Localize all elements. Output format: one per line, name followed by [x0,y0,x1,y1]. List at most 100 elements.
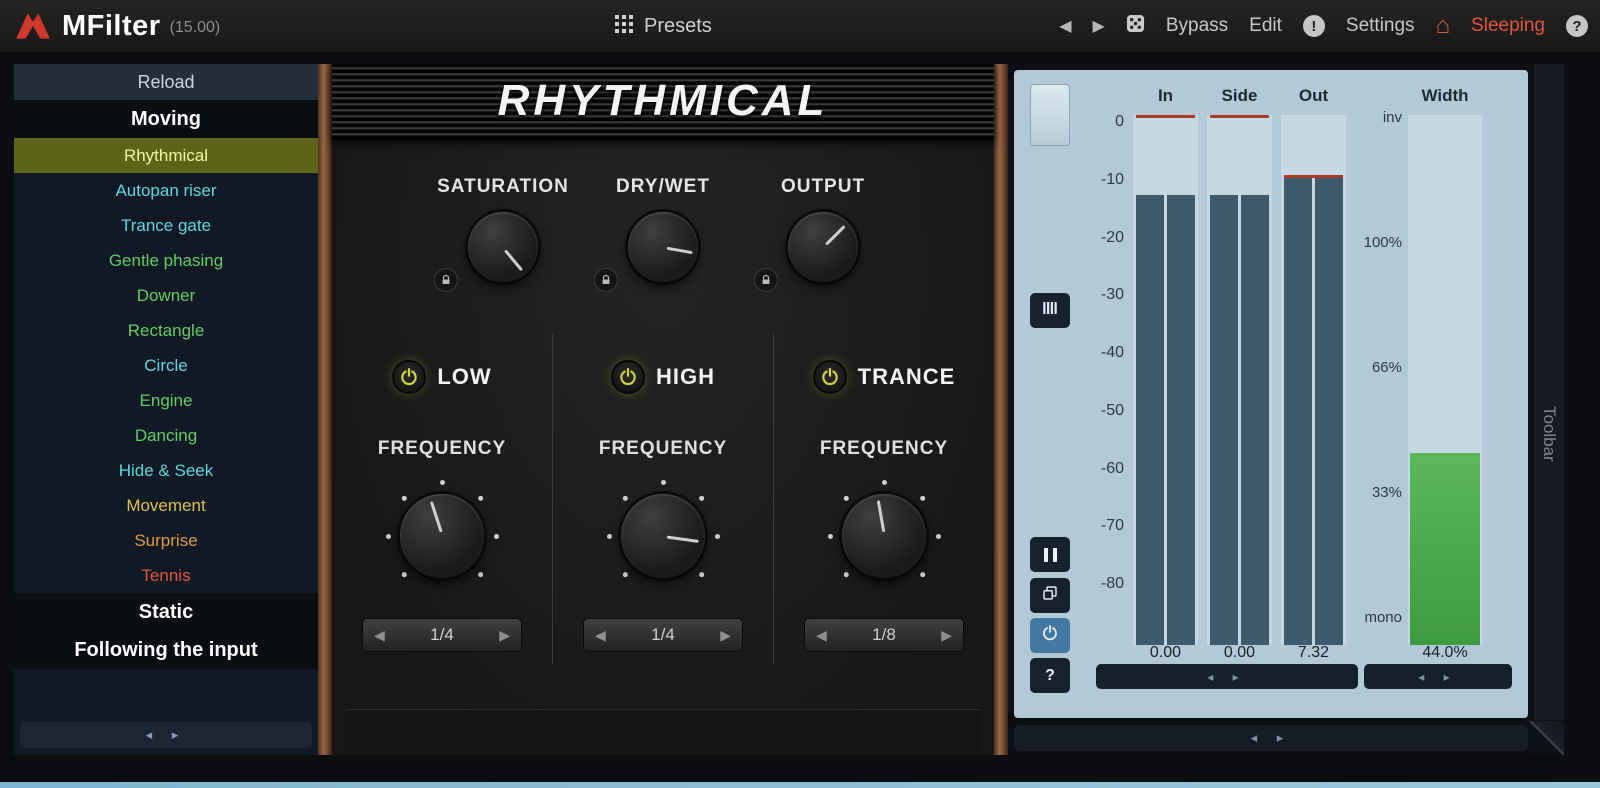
app-version: (15.00) [170,19,221,37]
meter-side [1207,115,1272,645]
preset-item-rectangle[interactable]: Rectangle [14,313,318,348]
preset-item-circle[interactable]: Circle [14,348,318,383]
sidebar-hscrollbar[interactable]: ◂ ▸ [20,722,312,748]
preset-group-following-the-input[interactable]: Following the input [14,631,318,669]
preset-group-static[interactable]: Static [14,593,318,631]
bypass-button[interactable]: Bypass [1166,15,1228,37]
help-icon: ? [1045,667,1055,685]
preset-item-trance-gate[interactable]: Trance gate [14,208,318,243]
knob-pointer [622,206,703,287]
drywet-lock-icon[interactable] [594,268,618,292]
preset-item-gentle-phasing[interactable]: Gentle phasing [14,243,318,278]
titlebar-actions: ◀ ▶ Bypass Edit ! Settings ⌂ Sleeping ? [1059,0,1588,52]
output-knob[interactable] [788,212,858,282]
band-high: HIGH FREQUENCY ◀ 1/4 ▶ [552,334,773,664]
preset-item-rhythmical[interactable]: Rhythmical [14,138,318,173]
width-value: 44.0% [1408,644,1482,662]
preset-item-hide-and-seek[interactable]: Hide & Seek [14,453,318,488]
low-frequency-label: FREQUENCY [378,438,506,460]
meter-hscrollbar[interactable]: ◂ ▸ [1096,664,1358,689]
help-icon[interactable]: ? [1566,15,1588,37]
low-frequency-knob[interactable] [400,494,484,578]
trance-band-label: TRANCE [858,364,956,390]
reload-button[interactable]: Reload [14,64,318,100]
footer-accent-line [0,782,1600,788]
random-preset-dice-icon[interactable] [1126,14,1145,38]
high-step-value[interactable]: 1/4 [651,625,675,645]
drywet-knob[interactable] [628,212,698,282]
presets-label: Presets [644,15,712,38]
high-power-button[interactable] [611,360,645,394]
toolbar-tab[interactable]: Toolbar [1534,374,1564,494]
edit-button[interactable]: Edit [1249,15,1282,37]
high-step-control: ◀ 1/4 ▶ [583,618,743,652]
preset-item-tennis[interactable]: Tennis [14,558,318,593]
home-icon[interactable]: ⌂ [1436,14,1451,38]
power-icon [1041,624,1059,647]
settings-button[interactable]: Settings [1346,15,1415,37]
meter-bar [1241,195,1269,646]
meter-help-button[interactable]: ? [1030,658,1070,693]
preset-item-autopan-riser[interactable]: Autopan riser [14,173,318,208]
knob-pointer [454,198,553,297]
previous-preset-button[interactable]: ◀ [1059,16,1071,36]
trance-step-next-icon[interactable]: ▶ [941,627,952,644]
saturation-knob[interactable] [468,212,538,282]
meter-bar [1210,195,1238,646]
preset-item-movement[interactable]: Movement [14,488,318,523]
bottom-hscrollbar[interactable]: ◂ ▸ [1014,725,1528,751]
meter-bar [1136,195,1164,646]
low-power-button[interactable] [392,360,426,394]
meter-header-width: Width [1408,86,1482,106]
db-scale: 0 -10 -20 -30 -40 -50 -60 -70 -80 [1076,114,1124,592]
knob-pointer [616,489,711,584]
sleeping-indicator[interactable]: Sleeping [1471,15,1545,37]
grid-icon [615,15,633,38]
wood-rail-left [318,64,332,755]
meter-pause-button[interactable] [1030,537,1070,572]
low-step-value[interactable]: 1/4 [430,625,454,645]
popout-windows-icon [1041,584,1059,607]
titlebar: MFilter (15.00) Presets ◀ ▶ Bypass Edit … [0,0,1600,52]
meter-bar [1167,195,1195,646]
drywet-control: DRY/WET [583,176,743,282]
trance-frequency-knob[interactable] [842,494,926,578]
preset-title: RHYTHMICAL [498,76,829,126]
high-frequency-knob[interactable] [621,494,705,578]
high-step-prev-icon[interactable]: ◀ [595,627,606,644]
saturation-control: SATURATION [423,176,583,282]
presets-button[interactable]: Presets [615,0,712,52]
melda-logo-icon[interactable] [14,11,52,41]
resize-handle[interactable] [1530,721,1564,755]
side-value: 0.00 [1207,644,1272,662]
saturation-lock-icon[interactable] [434,268,458,292]
peak-indicator [1210,115,1269,118]
band-low: LOW FREQUENCY ◀ 1/4 ▶ [332,334,552,664]
knob-pointer [835,487,932,584]
next-preset-button[interactable]: ▶ [1093,16,1105,36]
preset-item-dancing[interactable]: Dancing [14,418,318,453]
trance-step-value[interactable]: 1/8 [872,625,896,645]
preset-item-downer[interactable]: Downer [14,278,318,313]
meter-header-in: In [1133,86,1198,106]
trance-frequency-label: FREQUENCY [820,438,948,460]
out-value: 7.32 [1281,644,1346,662]
high-step-next-icon[interactable]: ▶ [720,627,731,644]
trance-power-button[interactable] [813,360,847,394]
preset-group-moving[interactable]: Moving [14,100,318,138]
width-hscrollbar[interactable]: ◂ ▸ [1364,664,1512,689]
preset-item-surprise[interactable]: Surprise [14,523,318,558]
preset-item-engine[interactable]: Engine [14,383,318,418]
preset-sidebar: Reload Moving Rhythmical Autopan riser T… [14,64,318,755]
trance-step-prev-icon[interactable]: ◀ [816,627,827,644]
meter-popout-button[interactable] [1030,578,1070,613]
low-step-prev-icon[interactable]: ◀ [374,627,385,644]
warning-icon[interactable]: ! [1303,15,1325,37]
meter-style-button[interactable] [1030,293,1070,328]
low-step-control: ◀ 1/4 ▶ [362,618,522,652]
low-step-next-icon[interactable]: ▶ [499,627,510,644]
meter-power-button[interactable] [1030,618,1070,653]
meter-zoom-slider[interactable] [1030,84,1070,146]
meter-header-side: Side [1207,86,1272,106]
output-lock-icon[interactable] [754,268,778,292]
